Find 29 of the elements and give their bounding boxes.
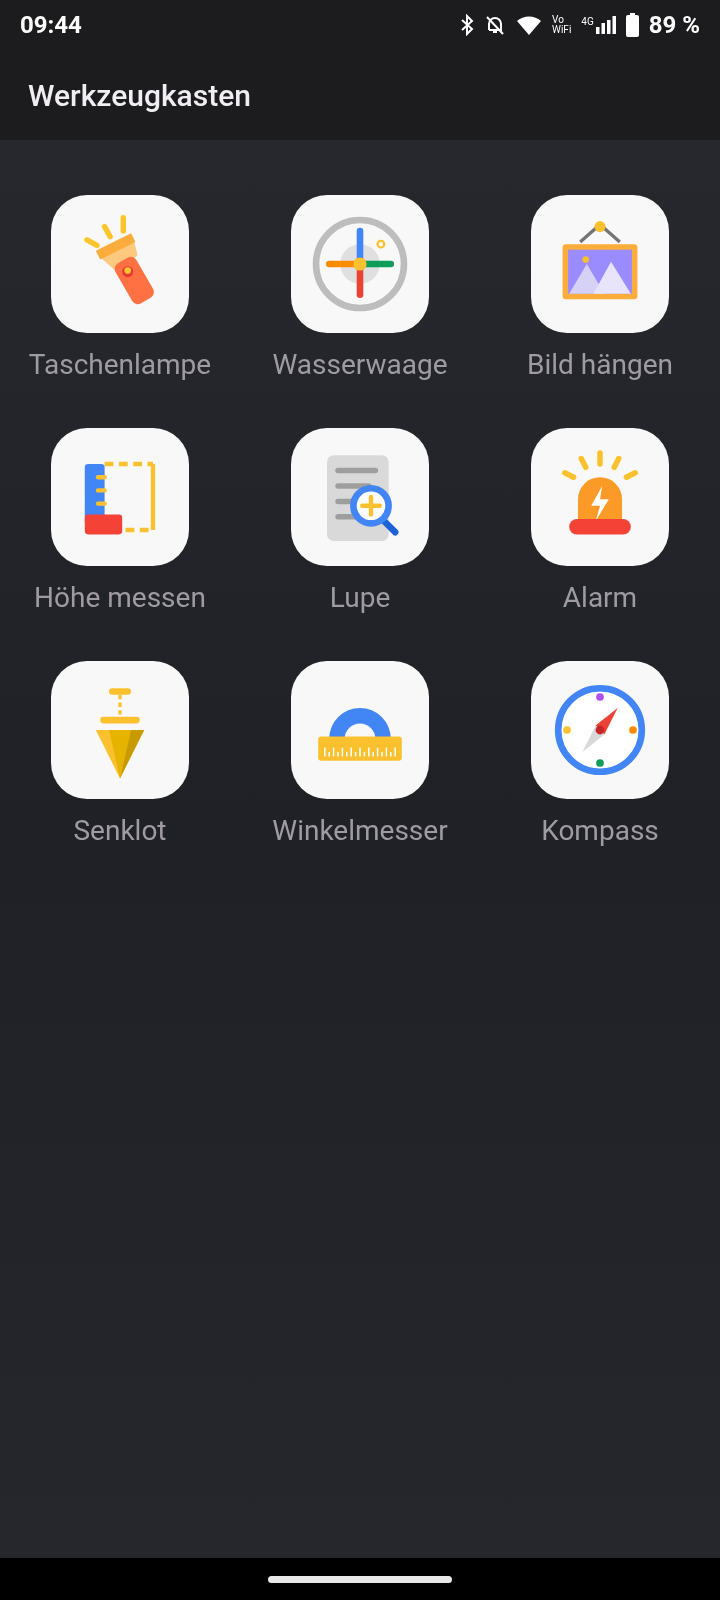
- app-title: Werkzeugkasten: [28, 76, 251, 115]
- battery-icon: [625, 13, 639, 37]
- tool-shortcut[interactable]: Bild hängen: [480, 195, 720, 383]
- signal-icon: [595, 16, 616, 34]
- tool-shortcut[interactable]: Alarm: [480, 428, 720, 616]
- wifi-icon: [516, 15, 543, 35]
- ruler-icon: [51, 428, 189, 566]
- tool-shortcut[interactable]: Höhe messen: [0, 428, 240, 616]
- vowifi-indicator: Vo WiFi: [552, 15, 572, 35]
- siren-icon: [531, 428, 669, 566]
- flashlight-icon: [51, 195, 189, 333]
- status-time: 09:44: [20, 10, 82, 41]
- tool-shortcut[interactable]: Kompass: [480, 661, 720, 849]
- magnifier-icon: [291, 428, 429, 566]
- tool-shortcut[interactable]: Taschenlampe: [0, 195, 240, 383]
- protractor-icon: [291, 661, 429, 799]
- tool-shortcut[interactable]: Winkelmesser: [240, 661, 480, 849]
- spirit-level-icon: [291, 195, 429, 333]
- tool-shortcut[interactable]: Senklot: [0, 661, 240, 849]
- tool-shortcut[interactable]: Wasserwaage: [240, 195, 480, 383]
- compass-icon: [531, 661, 669, 799]
- plumb-bob-icon: [51, 661, 189, 799]
- muted-bell-icon: [484, 14, 507, 36]
- home-handle[interactable]: [268, 1575, 452, 1583]
- bluetooth-icon: [460, 14, 475, 36]
- picture-frame-icon: [531, 195, 669, 333]
- tool-shortcut[interactable]: Lupe: [240, 428, 480, 616]
- network-type: 4G: [581, 16, 594, 28]
- battery-percent: 89 %: [648, 10, 700, 41]
